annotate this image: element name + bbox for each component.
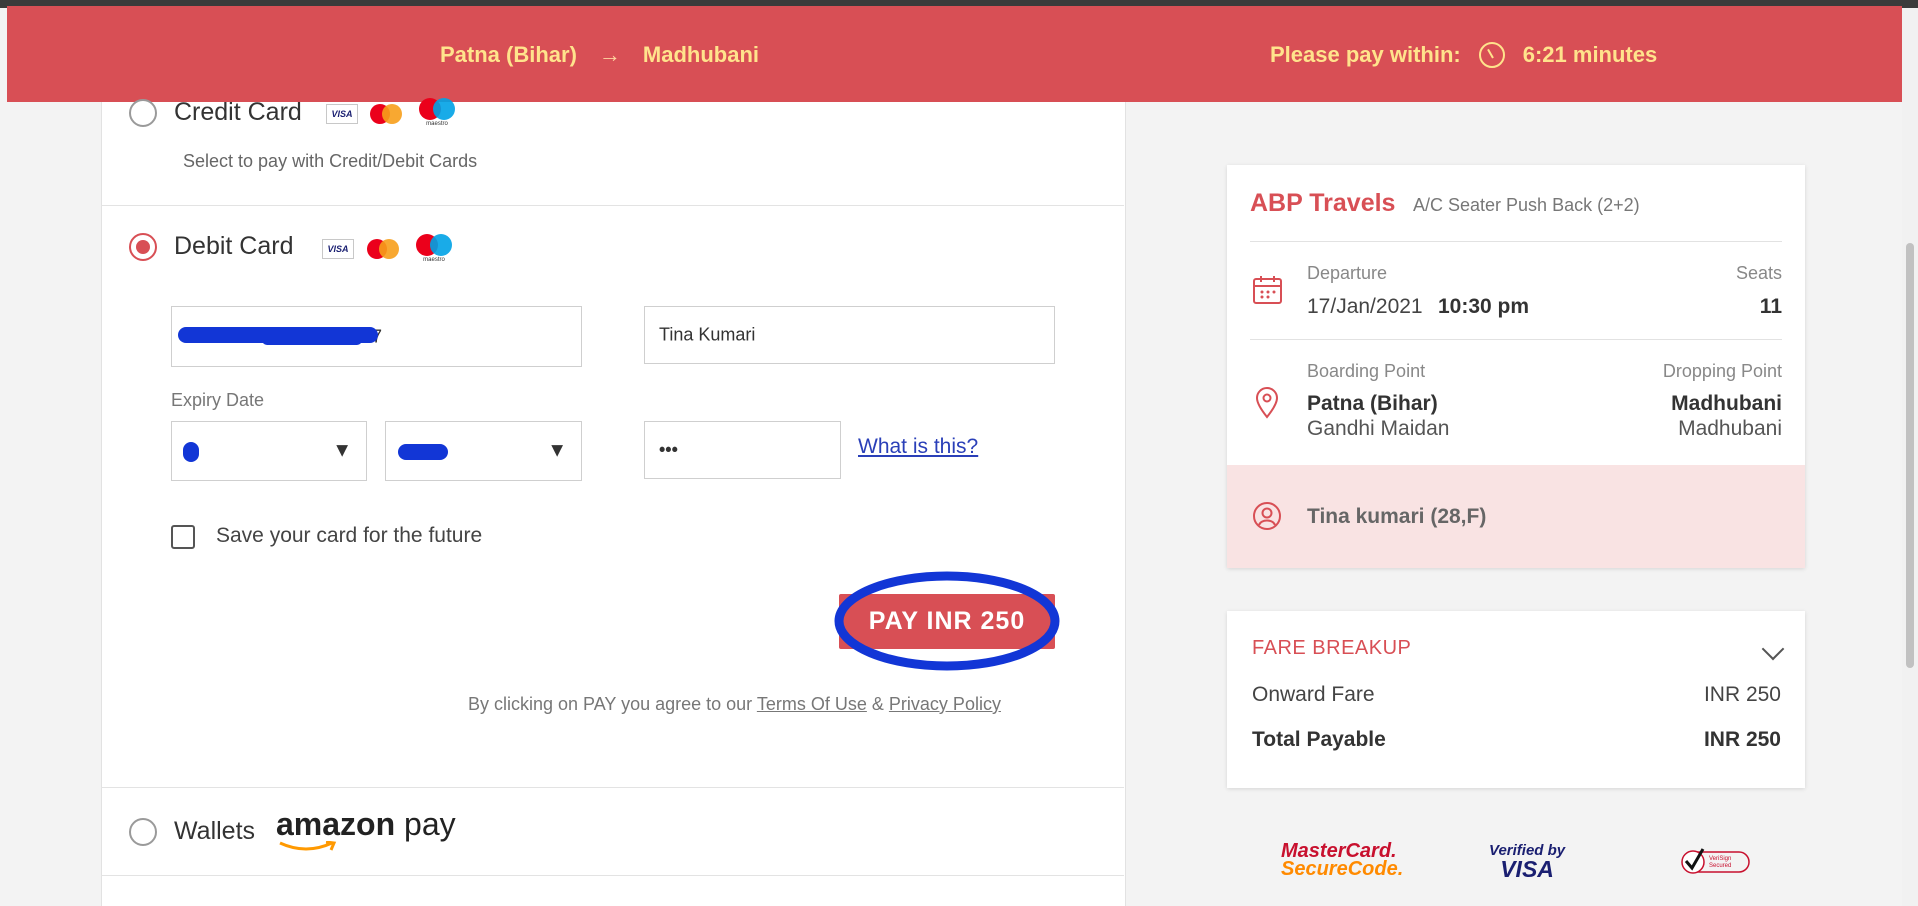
fare-breakup-card: FARE BREAKUP Onward Fare INR 250 Total P…: [1227, 611, 1805, 788]
visa-icon: VISA: [322, 239, 354, 259]
user-icon: [1253, 502, 1281, 530]
blue-annotation-circle: [834, 571, 1060, 671]
fare-breakup-title[interactable]: FARE BREAKUP: [1252, 637, 1411, 660]
total-payable-label: Total Payable: [1252, 728, 1386, 751]
mastercard-securecode-badge: MasterCard. SecureCode.: [1281, 840, 1404, 880]
redaction-scribble: [183, 442, 199, 462]
credit-card-radio[interactable]: [129, 99, 157, 127]
expiry-year-select[interactable]: ▼: [385, 421, 582, 481]
onward-fare-row: Onward Fare INR 250: [1252, 683, 1781, 707]
timer-value: 6:21 minutes: [1522, 42, 1658, 67]
privacy-policy-link[interactable]: Privacy Policy: [889, 694, 1001, 714]
card-number-input[interactable]: 3567: [171, 306, 582, 367]
seats-label: Seats: [1735, 263, 1782, 283]
section-divider: [101, 205, 1124, 206]
total-payable-row: Total Payable INR 250: [1252, 728, 1781, 752]
name-on-card-input[interactable]: Tina Kumari: [644, 306, 1055, 364]
departure-label: Departure: [1307, 263, 1388, 283]
onward-fare-value: INR 250: [1703, 683, 1781, 706]
boarding-place: Gandhi Maidan: [1307, 417, 1450, 440]
calendar-icon: [1253, 276, 1282, 304]
verisign-secured-badge: VeriSign Secured: [1681, 846, 1751, 876]
redaction-scribble: [262, 335, 362, 345]
scrollbar-thumb[interactable]: [1906, 243, 1914, 668]
departure-date: 17/Jan/2021: [1307, 295, 1423, 318]
departure-time: 10:30 pm: [1438, 295, 1530, 318]
boarding-point-label: Boarding Point: [1307, 361, 1426, 381]
mastercard-icon: [367, 239, 399, 259]
cvv-value: •••: [659, 439, 678, 460]
passenger-name: Tina kumari (28,F): [1307, 505, 1487, 528]
amazon-pay-logo: amazon pay: [276, 806, 456, 851]
amazon-smile-icon: [279, 841, 337, 851]
visa-icon: VISA: [326, 104, 358, 124]
verified-by-visa-badge: Verified by VISA: [1489, 842, 1566, 882]
credit-card-label[interactable]: Credit Card: [174, 98, 302, 127]
agreement-text: By clicking on PAY you agree to our Term…: [468, 694, 1001, 714]
bus-type: A/C Seater Push Back (2+2): [1413, 195, 1640, 215]
payment-options-panel: [101, 102, 1126, 906]
save-card-label[interactable]: Save your card for the future: [216, 524, 482, 548]
expiry-date-label: Expiry Date: [171, 390, 265, 410]
route-destination: Madhubani: [642, 42, 760, 67]
payment-timer: Please pay within: 6:21 minutes: [1270, 42, 1657, 68]
wallets-radio[interactable]: [129, 818, 157, 846]
dropping-point-label: Dropping Point: [1662, 361, 1782, 381]
terms-of-use-link[interactable]: Terms Of Use: [757, 694, 867, 714]
total-payable-value: INR 250: [1703, 728, 1781, 751]
debit-card-radio[interactable]: [129, 233, 157, 261]
seats-value: 11: [1759, 295, 1782, 318]
cvv-input[interactable]: •••: [644, 421, 841, 479]
arrow-right-icon: →: [598, 42, 621, 67]
dropdown-arrow-icon: ▼: [547, 439, 567, 462]
wallets-label[interactable]: Wallets: [174, 817, 255, 846]
section-divider: [101, 875, 1124, 876]
pay-within-label: Please pay within:: [1270, 42, 1461, 67]
save-card-checkbox[interactable]: [171, 525, 195, 549]
maestro-icon: maestro: [414, 234, 454, 264]
dropping-place: Madhubani: [1678, 417, 1782, 440]
redaction-scribble: [398, 444, 448, 460]
clock-icon: [1478, 42, 1505, 68]
route-origin: Patna (Bihar): [440, 42, 577, 67]
location-pin-icon: [1255, 387, 1279, 419]
dropdown-arrow-icon: ▼: [332, 439, 352, 462]
divider: [1250, 339, 1782, 340]
trip-summary-card: ABP Travels A/C Seater Push Back (2+2) D…: [1227, 165, 1805, 568]
expiry-month-select[interactable]: ▼: [171, 421, 367, 481]
onward-fare-label: Onward Fare: [1252, 683, 1375, 706]
chevron-down-icon[interactable]: [1761, 637, 1785, 661]
route-summary: Patna (Bihar) → Madhubani: [440, 42, 759, 68]
divider: [1250, 241, 1782, 242]
payment-header: Patna (Bihar) → Madhubani Please pay wit…: [7, 6, 1902, 102]
mastercard-icon: [370, 104, 402, 124]
maestro-icon: maestro: [417, 98, 457, 128]
section-divider: [101, 787, 1124, 788]
passenger-row: Tina kumari (28,F): [1227, 465, 1805, 568]
what-is-this-link[interactable]: What is this?: [858, 435, 978, 459]
debit-card-label[interactable]: Debit Card: [174, 232, 294, 261]
dropping-city: Madhubani: [1671, 392, 1782, 415]
operator-name: ABP Travels: [1250, 189, 1396, 217]
boarding-city: Patna (Bihar): [1307, 392, 1438, 415]
credit-card-description: Select to pay with Credit/Debit Cards: [183, 151, 478, 171]
name-on-card-value: Tina Kumari: [659, 324, 756, 345]
